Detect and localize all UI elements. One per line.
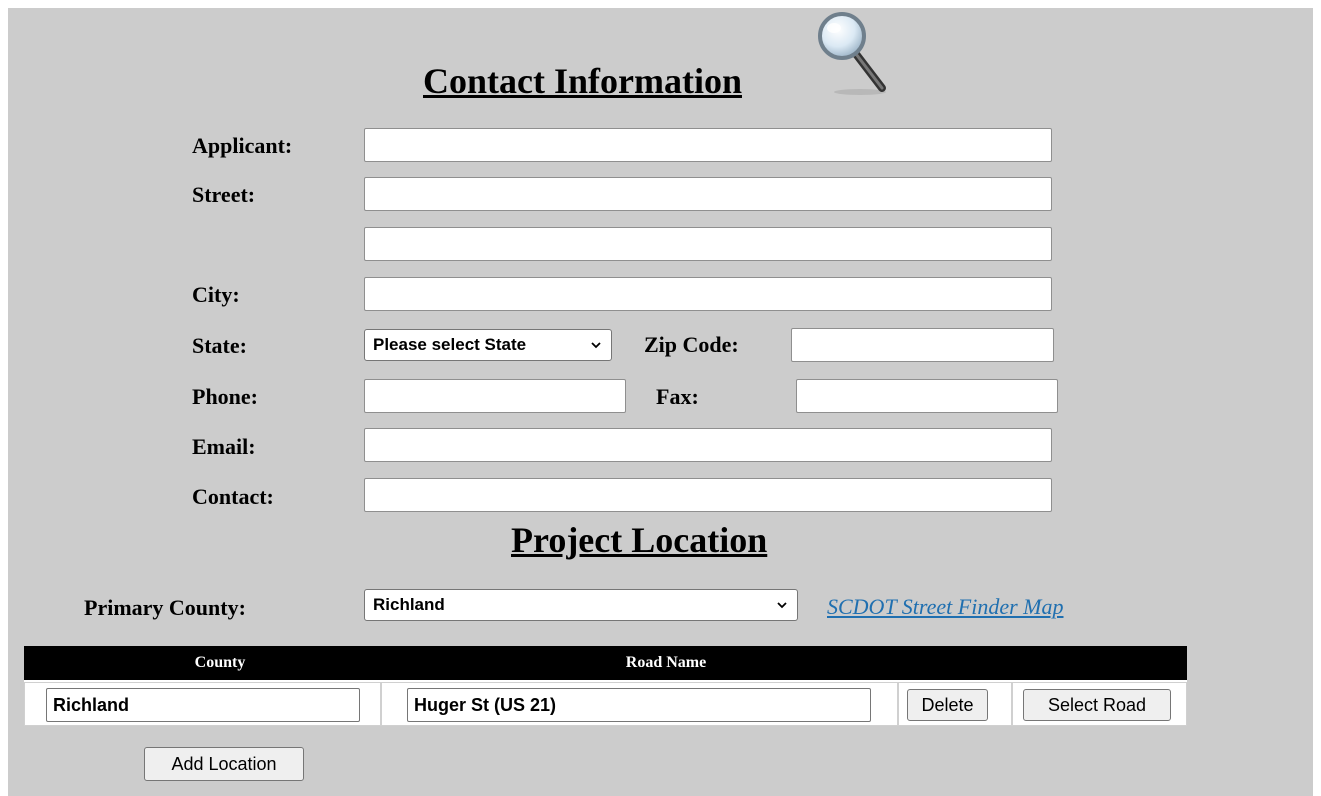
fax-input[interactable] — [796, 379, 1058, 413]
street-line1-input[interactable] — [364, 177, 1052, 211]
add-location-button[interactable]: Add Location — [144, 747, 304, 781]
project-location-heading: Project Location — [511, 520, 768, 560]
road-name-input[interactable] — [407, 688, 871, 722]
form-panel: Contact Information Applicant: Street: C… — [8, 8, 1313, 796]
road-name-cell — [381, 682, 898, 726]
county-input[interactable] — [46, 688, 360, 722]
contact-information-heading: Contact Information — [423, 61, 742, 101]
state-select[interactable]: Please select State — [364, 329, 612, 361]
chevron-down-icon — [591, 342, 601, 349]
select-road-button[interactable]: Select Road — [1023, 689, 1171, 721]
location-table-header: County Road Name — [24, 646, 1187, 680]
contact-label: Contact: — [192, 484, 274, 509]
road-name-column-header: Road Name — [625, 654, 707, 671]
phone-label: Phone: — [192, 384, 258, 409]
scdot-street-finder-map-link[interactable]: SCDOT Street Finder Map — [827, 596, 1064, 618]
magnifier-icon — [818, 12, 886, 95]
primary-county-label: Primary County: — [84, 595, 246, 620]
applicant-label: Applicant: — [192, 133, 293, 158]
state-label: State: — [192, 333, 247, 358]
county-cell — [24, 682, 381, 726]
street-label: Street: — [192, 182, 256, 207]
primary-county-select[interactable]: Richland — [364, 589, 798, 621]
location-table: County Road Name — [24, 646, 1187, 726]
email-input[interactable] — [364, 428, 1052, 462]
phone-input[interactable] — [364, 379, 626, 413]
city-input[interactable] — [364, 277, 1052, 311]
street-line2-input[interactable] — [364, 227, 1052, 261]
zip-code-input[interactable] — [791, 328, 1054, 362]
chevron-down-icon — [777, 602, 787, 609]
applicant-input[interactable] — [364, 128, 1052, 162]
fax-label: Fax: — [656, 384, 699, 409]
email-label: Email: — [192, 434, 256, 459]
delete-button[interactable]: Delete — [907, 689, 988, 721]
county-column-header: County — [194, 654, 246, 671]
primary-county-select-value: Richland — [373, 595, 445, 614]
zip-code-label: Zip Code: — [644, 332, 739, 357]
state-select-value: Please select State — [373, 335, 527, 354]
contact-input[interactable] — [364, 478, 1052, 512]
city-label: City: — [192, 282, 240, 307]
